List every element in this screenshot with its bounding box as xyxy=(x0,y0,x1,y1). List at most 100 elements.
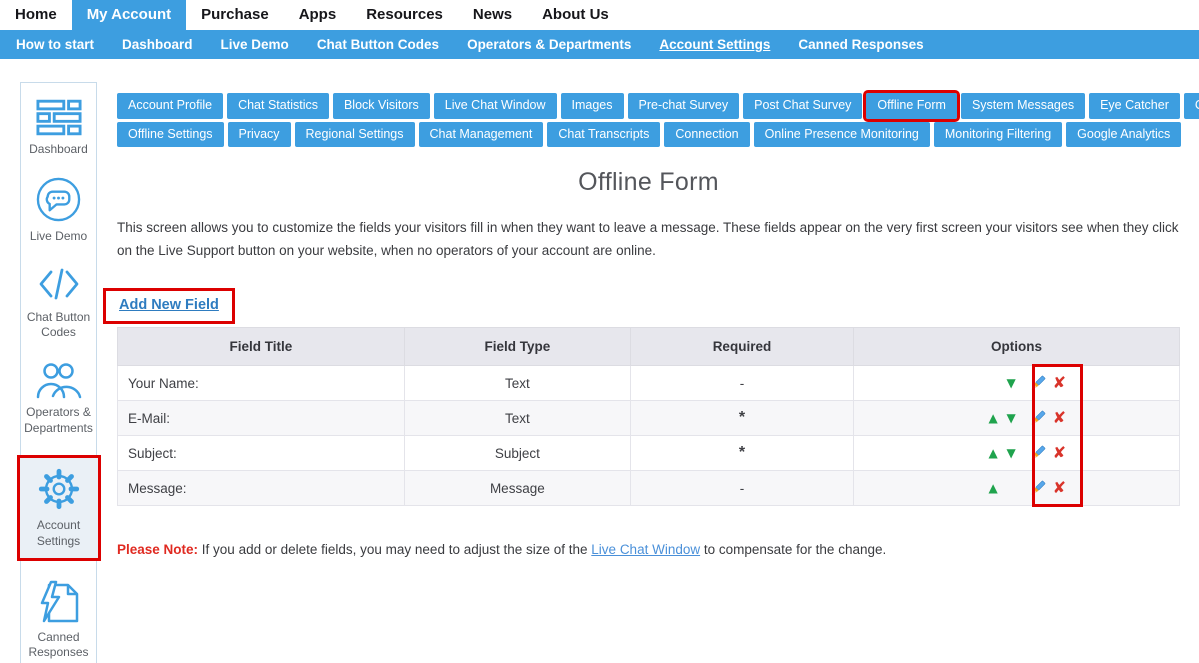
edit-pencil-icon[interactable] xyxy=(1029,410,1046,427)
sidebar-item-operators-departments[interactable]: Operators & Departments xyxy=(21,359,96,436)
delete-x-icon[interactable]: ✘ xyxy=(1053,480,1066,496)
note-text-before: If you add or delete fields, you may nee… xyxy=(198,542,591,557)
required-cell: * xyxy=(630,401,853,436)
col-header-options: Options xyxy=(853,328,1179,366)
tab-connection[interactable]: Connection xyxy=(664,122,749,148)
sidebar-item-label: Dashboard xyxy=(29,142,88,157)
settings-tabs-row-2: Offline Settings Privacy Regional Settin… xyxy=(117,122,1180,148)
sidebar-item-label: Canned Responses xyxy=(21,630,96,661)
col-header-field-title: Field Title xyxy=(118,328,405,366)
field-type-cell: Message xyxy=(404,471,630,506)
options-cell: ▲ ▼ ✘ xyxy=(853,401,1179,436)
sidebar-item-canned-responses[interactable]: Canned Responses xyxy=(21,580,96,661)
please-note-label: Please Note: xyxy=(117,542,198,557)
sidebar-item-label: Chat Button Codes xyxy=(21,310,96,341)
tab-google-analytics[interactable]: Google Analytics xyxy=(1066,122,1181,148)
fields-table: Field Title Field Type Required Options … xyxy=(117,327,1180,506)
tab-chat-invitation[interactable]: Chat Invitation xyxy=(1184,93,1199,119)
sub-nav-how-to-start[interactable]: How to start xyxy=(2,30,108,59)
tab-offline-settings[interactable]: Offline Settings xyxy=(117,122,224,148)
sub-nav-dashboard[interactable]: Dashboard xyxy=(108,30,207,59)
sub-nav-live-demo[interactable]: Live Demo xyxy=(207,30,303,59)
fields-table-wrap: Field Title Field Type Required Options … xyxy=(117,327,1180,506)
tab-chat-management[interactable]: Chat Management xyxy=(419,122,544,148)
table-header-row: Field Title Field Type Required Options xyxy=(118,328,1180,366)
tab-regional-settings[interactable]: Regional Settings xyxy=(295,122,415,148)
tab-chat-transcripts[interactable]: Chat Transcripts xyxy=(547,122,660,148)
delete-x-icon[interactable]: ✘ xyxy=(1053,445,1066,461)
field-type-cell: Text xyxy=(404,366,630,401)
tab-offline-form[interactable]: Offline Form xyxy=(866,93,957,119)
field-title-cell: E-Mail: xyxy=(118,401,405,436)
settings-tabs-row-1: Account Profile Chat Statistics Block Vi… xyxy=(117,93,1180,119)
dashboard-icon xyxy=(36,99,82,136)
tab-block-visitors[interactable]: Block Visitors xyxy=(333,93,430,119)
top-nav-about-us[interactable]: About Us xyxy=(527,0,624,30)
col-header-required: Required xyxy=(630,328,853,366)
sidebar-item-live-demo[interactable]: Live Demo xyxy=(21,176,96,244)
top-nav-my-account[interactable]: My Account xyxy=(72,0,186,30)
options-cell: ▲ ▼ ✘ xyxy=(853,366,1179,401)
move-up-icon[interactable]: ▲ xyxy=(986,481,1001,495)
edit-pencil-icon[interactable] xyxy=(1029,480,1046,497)
please-note: Please Note: If you add or delete fields… xyxy=(117,542,1180,557)
sidebar-item-label: Live Demo xyxy=(30,229,87,244)
top-nav-apps[interactable]: Apps xyxy=(284,0,352,30)
move-down-icon[interactable]: ▼ xyxy=(1004,376,1019,390)
page-description: This screen allows you to customize the … xyxy=(117,216,1180,262)
tab-live-chat-window[interactable]: Live Chat Window xyxy=(434,93,557,119)
sidebar-item-chat-button-codes[interactable]: Chat Button Codes xyxy=(21,264,96,341)
tab-pre-chat-survey[interactable]: Pre-chat Survey xyxy=(628,93,740,119)
add-new-field-link[interactable]: Add New Field xyxy=(119,297,219,313)
main-content: Account Profile Chat Statistics Block Vi… xyxy=(97,59,1199,557)
required-cell: - xyxy=(630,366,853,401)
delete-x-icon[interactable]: ✘ xyxy=(1053,410,1066,426)
tab-system-messages[interactable]: System Messages xyxy=(961,93,1085,119)
tab-privacy[interactable]: Privacy xyxy=(228,122,291,148)
delete-x-icon[interactable]: ✘ xyxy=(1053,375,1066,391)
note-text-after: to compensate for the change. xyxy=(700,542,886,557)
sub-nav-canned-responses[interactable]: Canned Responses xyxy=(784,30,937,59)
tab-chat-statistics[interactable]: Chat Statistics xyxy=(227,93,329,119)
top-nav: Home My Account Purchase Apps Resources … xyxy=(0,0,1199,30)
tab-post-chat-survey[interactable]: Post Chat Survey xyxy=(743,93,862,119)
move-down-icon[interactable]: ▼ xyxy=(1004,411,1019,425)
field-type-cell: Subject xyxy=(404,436,630,471)
edit-pencil-icon[interactable] xyxy=(1029,375,1046,392)
sidebar-item-dashboard[interactable]: Dashboard xyxy=(21,99,96,157)
sidebar: Dashboard Live Demo xyxy=(20,82,97,663)
move-up-icon[interactable]: ▲ xyxy=(986,446,1001,460)
tab-online-presence-monitoring[interactable]: Online Presence Monitoring xyxy=(754,122,930,148)
table-row: E-Mail: Text * ▲ ▼ ✘ xyxy=(118,401,1180,436)
gear-icon xyxy=(36,466,82,512)
top-nav-home[interactable]: Home xyxy=(0,0,72,30)
col-header-field-type: Field Type xyxy=(404,328,630,366)
live-chat-window-link[interactable]: Live Chat Window xyxy=(591,542,700,557)
tab-monitoring-filtering[interactable]: Monitoring Filtering xyxy=(934,122,1062,148)
field-type-cell: Text xyxy=(404,401,630,436)
options-cell: ▲ ▼ ✘ xyxy=(853,436,1179,471)
field-title-cell: Your Name: xyxy=(118,366,405,401)
users-icon xyxy=(35,359,83,399)
sub-nav-chat-button-codes[interactable]: Chat Button Codes xyxy=(303,30,453,59)
required-cell: * xyxy=(630,436,853,471)
sidebar-item-account-settings[interactable]: Account Settings xyxy=(17,455,101,561)
sub-nav: How to start Dashboard Live Demo Chat Bu… xyxy=(0,30,1199,59)
sub-nav-operators-departments[interactable]: Operators & Departments xyxy=(453,30,645,59)
top-nav-resources[interactable]: Resources xyxy=(351,0,458,30)
sidebar-item-label: Operators & Departments xyxy=(21,405,96,436)
field-title-cell: Message: xyxy=(118,471,405,506)
edit-pencil-icon[interactable] xyxy=(1029,445,1046,462)
move-down-icon[interactable]: ▼ xyxy=(1004,446,1019,460)
add-new-field-highlight: Add New Field xyxy=(103,288,235,324)
top-nav-news[interactable]: News xyxy=(458,0,527,30)
tab-account-profile[interactable]: Account Profile xyxy=(117,93,223,119)
tab-eye-catcher[interactable]: Eye Catcher xyxy=(1089,93,1180,119)
top-nav-purchase[interactable]: Purchase xyxy=(186,0,284,30)
move-up-icon[interactable]: ▲ xyxy=(986,411,1001,425)
page-title: Offline Form xyxy=(117,168,1180,197)
table-row: Subject: Subject * ▲ ▼ ✘ xyxy=(118,436,1180,471)
sub-nav-account-settings[interactable]: Account Settings xyxy=(645,30,784,59)
required-cell: - xyxy=(630,471,853,506)
tab-images[interactable]: Images xyxy=(561,93,624,119)
